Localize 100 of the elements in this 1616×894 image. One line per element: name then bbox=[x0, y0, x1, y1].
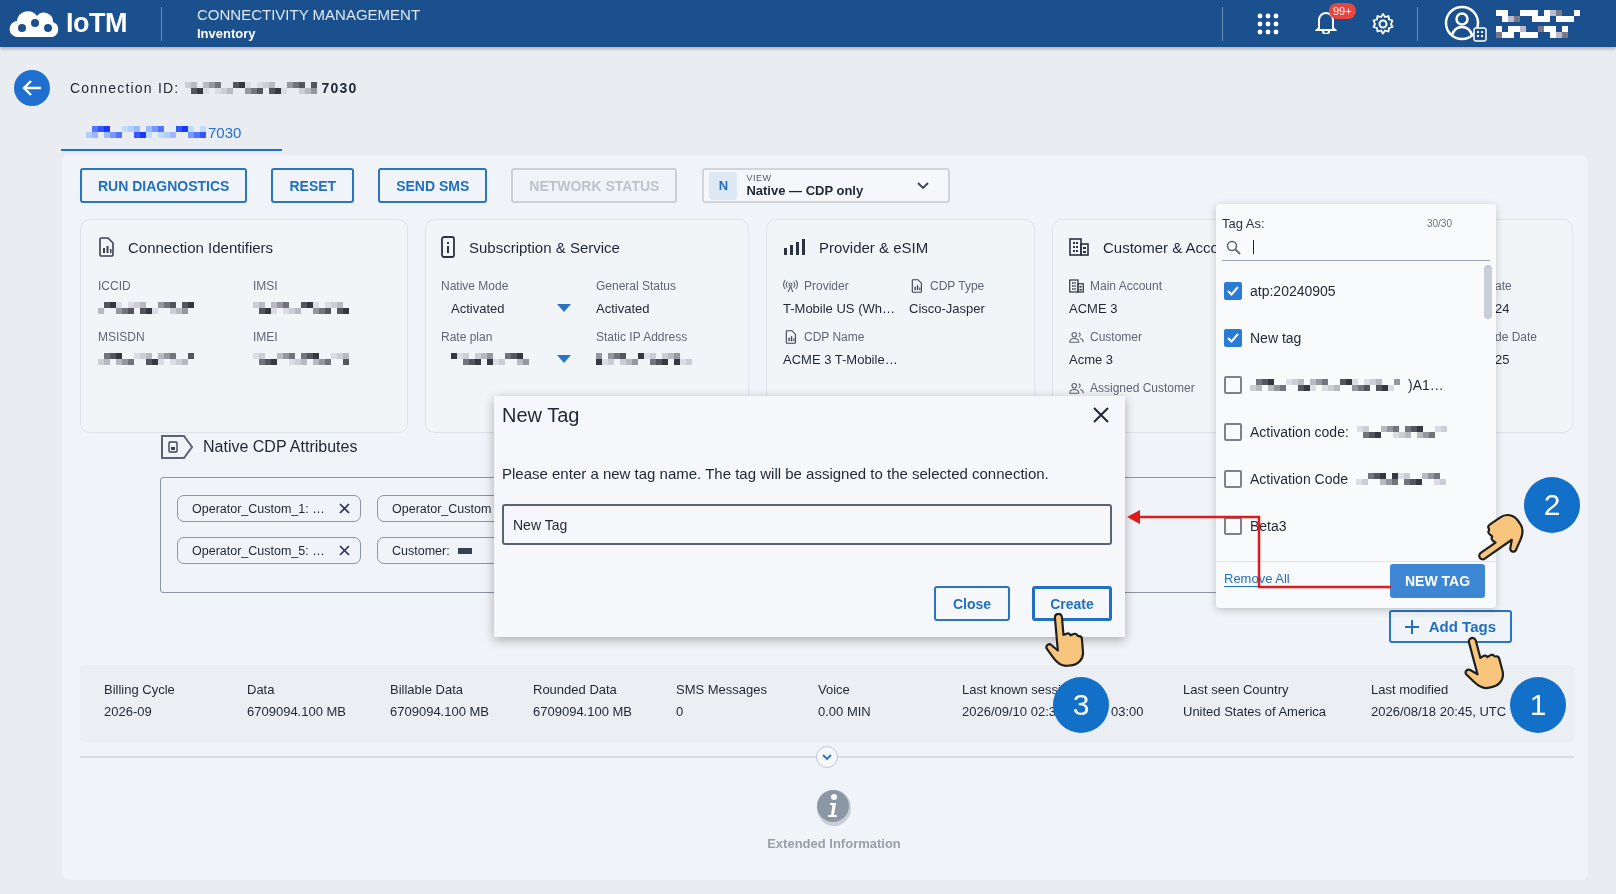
checkbox[interactable] bbox=[1224, 422, 1242, 441]
field-label: Provider bbox=[804, 279, 849, 293]
stat-value: 6709094.100 MB bbox=[247, 704, 347, 719]
connection-id: 7030 bbox=[321, 80, 358, 96]
app-logo-text: IoTM bbox=[66, 8, 127, 39]
tag-option[interactable]: )A1… bbox=[1222, 361, 1476, 408]
field-label: CDP Name bbox=[804, 330, 865, 344]
stat-label: Last seen Country bbox=[1183, 682, 1290, 698]
view-value: Native — CDP only bbox=[746, 183, 864, 198]
option-label: Activation Code bbox=[1250, 470, 1349, 487]
tag-option[interactable]: New tag bbox=[1222, 314, 1476, 361]
tag-icon bbox=[160, 434, 194, 460]
search-icon bbox=[1226, 239, 1241, 255]
card-sim-icon bbox=[98, 237, 114, 257]
field-value: ACME 3 bbox=[1069, 300, 1118, 316]
checkbox[interactable] bbox=[1224, 375, 1242, 394]
notification-badge: 99+ bbox=[1329, 2, 1356, 19]
stat-label: Rounded Data bbox=[533, 682, 618, 698]
tag-option[interactable]: atp:20240905 bbox=[1222, 267, 1476, 314]
dialog-title: New Tag bbox=[502, 403, 580, 427]
new-tag-button[interactable]: NEW TAG bbox=[1390, 564, 1485, 598]
field-label: MSISDN bbox=[98, 330, 145, 344]
checkbox[interactable] bbox=[1224, 516, 1242, 535]
dialog-button[interactable]: Close bbox=[934, 586, 1010, 621]
stat-value: 2026/08/18 20:45, UTC bbox=[1371, 704, 1507, 719]
tab-label: 7030 bbox=[208, 123, 242, 141]
section-title: Native CDP Attributes bbox=[203, 438, 358, 456]
field-label: IMSI bbox=[253, 279, 278, 293]
field-label: Static IP Address bbox=[596, 330, 688, 344]
stat-value: United States of America bbox=[1183, 704, 1327, 719]
field-label: Main Account bbox=[1090, 279, 1163, 293]
back-button[interactable] bbox=[14, 70, 50, 106]
close-icon[interactable] bbox=[339, 503, 350, 514]
card-title: Connection Identifiers bbox=[128, 238, 274, 256]
phone-icon bbox=[441, 236, 455, 258]
checkbox[interactable] bbox=[1224, 469, 1242, 488]
add-tags-button[interactable]: Add Tags bbox=[1388, 610, 1512, 643]
field-label: Rate plan bbox=[441, 330, 493, 344]
chip-label: Operator_Custom bbox=[392, 501, 492, 516]
redacted-value bbox=[1496, 25, 1568, 38]
tag-option[interactable]: Activation Code bbox=[1222, 455, 1476, 502]
field-label: CDP Type bbox=[930, 279, 985, 293]
back-arrow-icon bbox=[22, 79, 42, 97]
input-field[interactable]: New Tag bbox=[502, 504, 1112, 545]
dropdown-arrow-icon bbox=[557, 355, 571, 363]
scrollbar bbox=[1484, 265, 1492, 319]
action-button[interactable]: RESET bbox=[271, 168, 355, 203]
extended-info-label: Extended Information bbox=[767, 836, 901, 851]
close-icon[interactable] bbox=[339, 545, 350, 556]
stat-label: Billing Cycle bbox=[104, 682, 176, 698]
stat-label: Voice bbox=[818, 682, 851, 698]
view-select[interactable]: N VIEW Native — CDP only bbox=[702, 168, 951, 203]
stat-value: 0 bbox=[676, 704, 684, 719]
stat-value: 6709094.100 MB bbox=[390, 704, 490, 719]
connection-tab[interactable]: 7030 bbox=[61, 115, 282, 151]
dropdown-arrow-icon bbox=[557, 304, 571, 312]
plus-icon bbox=[1404, 619, 1419, 634]
field-value: Acme 3 bbox=[1069, 351, 1114, 367]
page-title: Inventory bbox=[197, 26, 257, 41]
info-icon bbox=[815, 787, 853, 827]
chevron-down-icon bbox=[917, 181, 930, 190]
settings-icon[interactable] bbox=[1371, 11, 1395, 36]
checkbox[interactable] bbox=[1224, 281, 1242, 300]
view-badge: N bbox=[709, 171, 738, 200]
stat-value: 2026-09 bbox=[104, 704, 152, 719]
section-title: CONNECTIVITY MANAGEMENT bbox=[197, 6, 421, 23]
menu-title: Tag As: bbox=[1222, 215, 1265, 231]
tag-count: 30/30 bbox=[1426, 217, 1452, 229]
attribute-chip[interactable]: Operator_Custom_5: … bbox=[177, 537, 361, 564]
dialog-button[interactable]: Create bbox=[1032, 586, 1112, 621]
text-cursor bbox=[1253, 240, 1254, 254]
close-icon[interactable] bbox=[1093, 407, 1109, 423]
stat-value: 03:00 bbox=[1111, 704, 1144, 719]
card-title: Subscription & Service bbox=[469, 238, 620, 256]
select-field[interactable]: Activated bbox=[441, 299, 571, 317]
stat-label: SMS Messages bbox=[676, 682, 769, 698]
attribute-chip[interactable]: Operator_Custom_1: … bbox=[177, 495, 361, 522]
field-value: Activated bbox=[596, 300, 650, 316]
stat-label: Billable Data bbox=[390, 682, 464, 698]
field-label: Native Mode bbox=[441, 279, 509, 293]
field-label: ICCID bbox=[98, 279, 131, 293]
expand-button[interactable] bbox=[816, 746, 838, 768]
sim-card-icon bbox=[783, 330, 798, 344]
chevron-down-icon bbox=[822, 753, 832, 761]
action-button[interactable]: SEND SMS bbox=[378, 168, 488, 203]
action-button[interactable]: RUN DIAGNOSTICS bbox=[80, 168, 248, 203]
antenna-icon bbox=[783, 279, 798, 293]
card-title: Provider & eSIM bbox=[819, 238, 929, 256]
checkbox[interactable] bbox=[1224, 328, 1242, 347]
stat-label: Last modified bbox=[1371, 682, 1450, 698]
field-label: Customer bbox=[1090, 330, 1142, 344]
stat-value: 6709094.100 MB bbox=[533, 704, 633, 719]
building-icon bbox=[1069, 279, 1084, 293]
option-label: New tag bbox=[1250, 329, 1302, 346]
connection-id-label: Connection ID: bbox=[70, 80, 180, 96]
app-grid-icon[interactable] bbox=[1257, 12, 1279, 35]
option-label: atp:20240905 bbox=[1250, 282, 1336, 299]
avatar-icon[interactable] bbox=[1444, 3, 1488, 44]
sim-card-icon bbox=[909, 279, 924, 293]
tag-option[interactable]: Activation code: bbox=[1222, 408, 1476, 455]
